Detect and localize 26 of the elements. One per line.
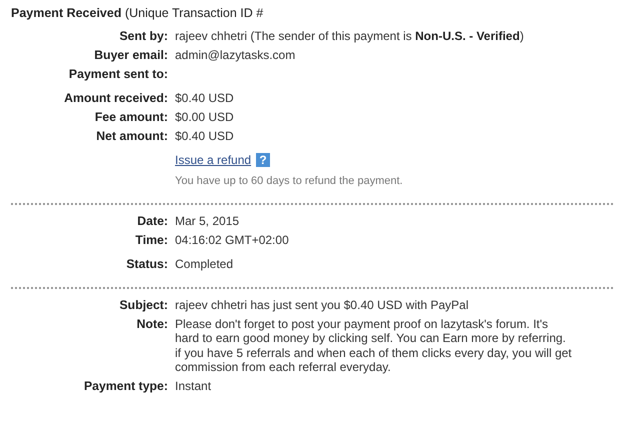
refund-link[interactable]: Issue a refund (175, 153, 252, 167)
field-label: Date: (136, 214, 168, 229)
field-label: Payment type: (82, 378, 168, 394)
field-value: Instant (175, 378, 212, 394)
field-label: Note: (136, 317, 168, 333)
field-label: Status: (125, 257, 168, 272)
field-value: 04:16:02 GMT+02:00 (175, 233, 290, 248)
field-label: Time: (134, 233, 168, 248)
field-value: $0.40 USD (175, 91, 235, 106)
refund-hint: You have up to 60 days to refund the payment. (175, 175, 404, 187)
field-label: Sent by: (118, 29, 168, 44)
field-value: rajeev chhetri (The sender of this payment is Non-U.S. - Verified) (175, 29, 525, 44)
page-title: Payment Received (Unique Transaction ID # (10, 5, 264, 22)
field-value: Mar 5, 2015 (175, 214, 240, 229)
field-label: Amount received: (63, 91, 168, 106)
field-label: Payment sent to: (68, 67, 168, 82)
field-value: $0.00 USD (175, 110, 235, 125)
field-label: Subject: (118, 298, 168, 313)
field-label: Buyer email: (93, 48, 168, 63)
field-value: rajeev chhetri has just sent you $0.40 USD with PayPal (175, 298, 470, 313)
field-value: Please don't forget to post your payment proof on lazytask's forum. It's hard to earn good money by clicking self. You can Earn more by referring. if you have 5 referrals and when each of them clicks every day, you will get commission from each referral everyday. (175, 317, 573, 375)
field-value: admin@lazytasks.com (175, 48, 296, 63)
field-value: $0.40 USD (175, 129, 235, 144)
field-label: Net amount: (95, 129, 168, 144)
field-label: Fee amount: (94, 110, 168, 125)
field-value: Completed (175, 257, 234, 272)
